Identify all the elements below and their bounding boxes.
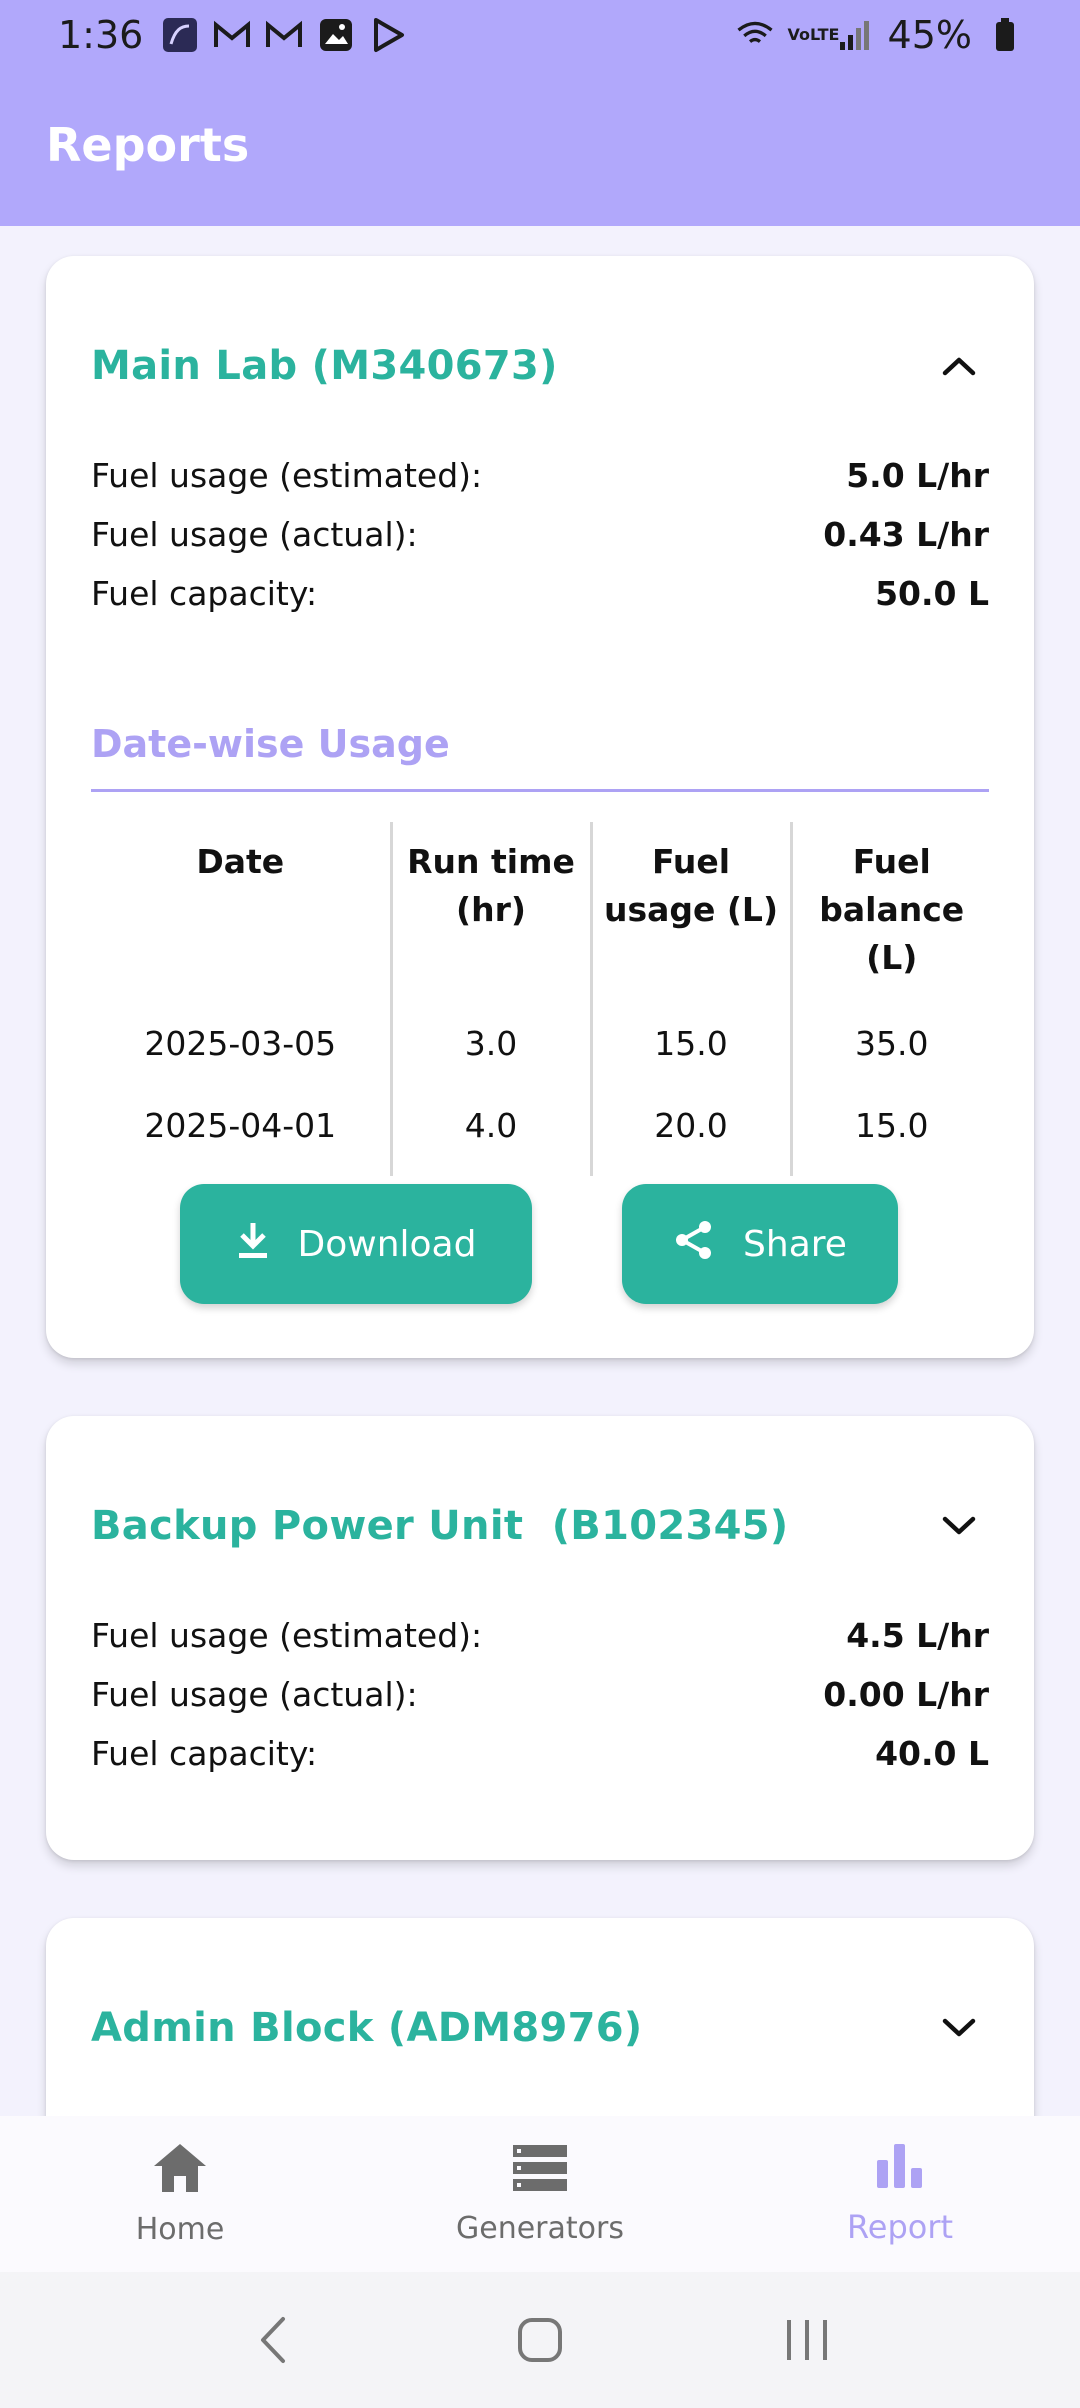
metric-value: 5.0 L/hr: [846, 456, 989, 495]
metric-label: Fuel capacity:: [91, 574, 318, 613]
home-icon: [152, 2142, 208, 2202]
app-bar: 1:36 VoLTE 45% Reports: [0, 0, 1080, 226]
nav-home[interactable]: Home: [0, 2116, 360, 2272]
battery-level: 45%: [887, 13, 972, 57]
nav-home-label: Home: [135, 2211, 225, 2247]
network-label: VoLTE: [787, 25, 840, 44]
card-header[interactable]: Admin Block (ADM8976): [91, 1998, 989, 2058]
table-cell: 35.0: [855, 1024, 929, 1063]
metric-value: 0.00 L/hr: [823, 1675, 989, 1714]
metric-value: 0.43 L/hr: [823, 515, 989, 554]
download-icon: [236, 1220, 270, 1269]
battery-icon: [986, 16, 1024, 54]
download-button[interactable]: Download: [180, 1184, 532, 1304]
gallery-icon: [317, 16, 355, 54]
play-store-icon: [369, 16, 407, 54]
status-time: 1:36: [58, 13, 144, 57]
column-header: Fuel balance (L): [819, 842, 965, 977]
usage-table: Date Run time (hr) Fuel usage (L) Fuel b…: [91, 822, 991, 1176]
share-label: Share: [743, 1223, 847, 1265]
status-bar: 1:36 VoLTE 45%: [0, 0, 1080, 70]
metric-value: 50.0 L: [875, 574, 989, 613]
generator-card-backup-power-unit: Backup Power Unit (B102345) Fuel usage (…: [46, 1416, 1034, 1860]
download-label: Download: [297, 1223, 477, 1265]
metric-label: Fuel usage (estimated):: [91, 456, 483, 495]
metric-row: Fuel usage (estimated): 5.0 L/hr: [91, 446, 989, 505]
table-cell: 15.0: [591, 1012, 793, 1094]
card-title: Main Lab (M340673): [91, 343, 558, 389]
table-cell: 2025-04-01: [91, 1094, 393, 1176]
column-header: Fuel usage (L): [591, 822, 793, 1012]
metric-value: 40.0 L: [875, 1734, 989, 1773]
metrics: Fuel usage (estimated): 5.0 L/hr Fuel us…: [91, 446, 989, 623]
table-header-row: Date Run time (hr) Fuel usage (L) Fuel b…: [91, 822, 991, 1012]
page-title: Reports: [46, 118, 250, 172]
bottom-navigation: Home Generators Report: [0, 2116, 1080, 2272]
metric-row: Fuel usage (actual): 0.43 L/hr: [91, 505, 989, 564]
metric-value: 4.5 L/hr: [846, 1616, 989, 1655]
generator-card-admin-block: Admin Block (ADM8976): [46, 1918, 1034, 2116]
card-title: Admin Block (ADM8976): [91, 2005, 643, 2051]
metric-label: Fuel usage (actual):: [91, 515, 418, 554]
table-cell: 3.0: [391, 1012, 593, 1094]
metric-row: Fuel capacity: 50.0 L: [91, 564, 989, 623]
table-row: 2025-03-05 3.0 15.0 35.0: [91, 1012, 991, 1094]
section-title: Date-wise Usage: [91, 714, 989, 792]
wifi-icon: [736, 16, 774, 54]
notification-icons: [161, 16, 407, 54]
column-header: Run time (hr): [391, 822, 593, 1012]
metric-row: Fuel usage (estimated): 4.5 L/hr: [91, 1606, 989, 1665]
metric-label: Fuel usage (estimated):: [91, 1616, 483, 1655]
back-icon[interactable]: [233, 2300, 313, 2380]
share-icon: [673, 1219, 715, 1270]
table-cell: 2025-03-05: [91, 1012, 393, 1094]
table-cell: 4.0: [391, 1094, 593, 1176]
chevron-up-icon[interactable]: [929, 336, 989, 396]
nav-generators-label: Generators: [456, 2210, 624, 2246]
gmail-icon: [213, 16, 251, 54]
share-button[interactable]: Share: [622, 1184, 898, 1304]
table-cell: 20.0: [591, 1094, 793, 1176]
metric-label: Fuel capacity:: [91, 1734, 318, 1773]
table-row: 2025-04-01 4.0 20.0 15.0: [91, 1094, 991, 1176]
app-notification-icon: [161, 16, 199, 54]
table-cell: 15.0: [855, 1106, 929, 1145]
recent-apps-icon[interactable]: [767, 2300, 847, 2380]
metric-row: Fuel capacity: 40.0 L: [91, 1724, 989, 1783]
gmail-icon: [265, 16, 303, 54]
card-title: Backup Power Unit (B102345): [91, 1503, 789, 1549]
chevron-down-icon[interactable]: [929, 1998, 989, 2058]
metric-label: Fuel usage (actual):: [91, 1675, 418, 1714]
generator-card-main-lab: Main Lab (M340673) Fuel usage (estimated…: [46, 256, 1034, 1358]
metric-row: Fuel usage (actual): 0.00 L/hr: [91, 1665, 989, 1724]
metrics: Fuel usage (estimated): 4.5 L/hr Fuel us…: [91, 1606, 989, 1783]
card-header[interactable]: Backup Power Unit (B102345): [91, 1496, 989, 1556]
nav-report-label: Report: [846, 2208, 954, 2246]
bar-chart-icon: [875, 2142, 925, 2198]
card-header[interactable]: Main Lab (M340673): [91, 336, 989, 396]
home-button-icon[interactable]: [500, 2300, 580, 2380]
nav-generators[interactable]: Generators: [360, 2116, 720, 2272]
list-icon: [511, 2143, 569, 2201]
system-navigation-bar: [0, 2272, 1080, 2408]
reports-list[interactable]: Main Lab (M340673) Fuel usage (estimated…: [0, 226, 1080, 2116]
nav-report[interactable]: Report: [720, 2116, 1080, 2272]
chevron-down-icon[interactable]: [929, 1496, 989, 1556]
column-header: Date: [91, 822, 393, 1012]
signal-icon: [836, 16, 874, 54]
